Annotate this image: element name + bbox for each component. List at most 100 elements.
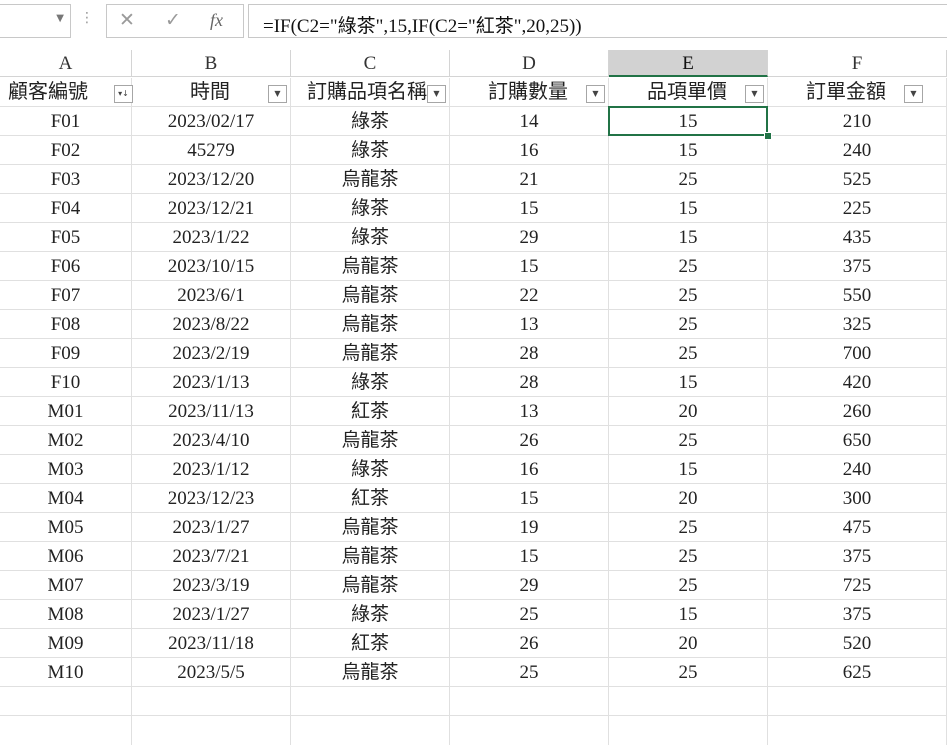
table-cell[interactable]: 綠茶 <box>291 136 450 165</box>
table-cell[interactable]: 2023/10/15 <box>132 252 291 281</box>
empty-cell[interactable] <box>450 716 609 745</box>
table-cell[interactable]: 520 <box>768 629 947 658</box>
table-cell[interactable]: 45279 <box>132 136 291 165</box>
table-cell[interactable]: 375 <box>768 252 947 281</box>
table-cell[interactable]: 烏龍茶 <box>291 339 450 368</box>
empty-cell[interactable] <box>291 687 450 716</box>
table-cell[interactable]: M06 <box>0 542 132 571</box>
table-cell[interactable]: 2023/1/27 <box>132 600 291 629</box>
table-cell[interactable]: 2023/8/22 <box>132 310 291 339</box>
table-cell[interactable]: 375 <box>768 600 947 629</box>
fill-handle[interactable] <box>764 132 772 140</box>
table-cell[interactable]: 26 <box>450 629 609 658</box>
filter-dropdown-icon[interactable]: ▼ <box>268 85 287 103</box>
name-box[interactable]: ▼ <box>0 4 71 38</box>
table-cell[interactable]: 13 <box>450 310 609 339</box>
table-cell[interactable]: 25 <box>609 426 768 455</box>
formula-input[interactable]: =IF(C2="綠茶",15,IF(C2="紅茶",20,25)) <box>248 4 947 38</box>
table-cell[interactable]: 16 <box>450 136 609 165</box>
filter-sort-icon[interactable]: ▾↓ <box>114 85 133 103</box>
table-cell[interactable]: 325 <box>768 310 947 339</box>
table-cell[interactable]: 15 <box>609 194 768 223</box>
filter-dropdown-icon[interactable]: ▼ <box>586 85 605 103</box>
table-cell[interactable]: F06 <box>0 252 132 281</box>
table-cell[interactable]: F10 <box>0 368 132 397</box>
table-cell[interactable]: 14 <box>450 107 609 136</box>
table-cell[interactable]: 烏龍茶 <box>291 252 450 281</box>
cancel-icon[interactable]: ✕ <box>119 9 135 31</box>
table-cell[interactable]: 15 <box>450 252 609 281</box>
table-cell[interactable]: M01 <box>0 397 132 426</box>
table-cell[interactable]: 210 <box>768 107 947 136</box>
table-cell[interactable]: 烏龍茶 <box>291 658 450 687</box>
empty-cell[interactable] <box>132 716 291 745</box>
table-cell[interactable]: F05 <box>0 223 132 252</box>
table-cell[interactable]: 435 <box>768 223 947 252</box>
table-cell[interactable]: 21 <box>450 165 609 194</box>
table-cell[interactable]: M05 <box>0 513 132 542</box>
table-cell[interactable]: 25 <box>609 281 768 310</box>
table-cell[interactable]: F08 <box>0 310 132 339</box>
table-cell[interactable]: 225 <box>768 194 947 223</box>
table-cell[interactable]: 375 <box>768 542 947 571</box>
table-cell[interactable]: 13 <box>450 397 609 426</box>
empty-cell[interactable] <box>609 716 768 745</box>
table-cell[interactable]: M09 <box>0 629 132 658</box>
table-cell[interactable]: 25 <box>609 165 768 194</box>
table-cell[interactable]: 20 <box>609 484 768 513</box>
table-cell[interactable]: 2023/12/20 <box>132 165 291 194</box>
table-cell[interactable]: 29 <box>450 571 609 600</box>
table-cell[interactable]: 15 <box>609 136 768 165</box>
table-cell[interactable]: M04 <box>0 484 132 513</box>
insert-function-icon[interactable]: fx <box>210 10 223 31</box>
empty-cell[interactable] <box>132 687 291 716</box>
table-cell[interactable]: 綠茶 <box>291 455 450 484</box>
table-cell[interactable]: 2023/7/21 <box>132 542 291 571</box>
table-cell[interactable]: 2023/5/5 <box>132 658 291 687</box>
table-cell[interactable]: 烏龍茶 <box>291 281 450 310</box>
table-cell[interactable]: 25 <box>609 339 768 368</box>
table-cell[interactable]: 260 <box>768 397 947 426</box>
table-cell[interactable]: 26 <box>450 426 609 455</box>
table-cell[interactable]: 420 <box>768 368 947 397</box>
table-cell[interactable]: 烏龍茶 <box>291 513 450 542</box>
table-cell[interactable]: 25 <box>609 310 768 339</box>
table-cell[interactable]: 20 <box>609 629 768 658</box>
table-cell[interactable]: 550 <box>768 281 947 310</box>
table-cell[interactable]: 15 <box>450 194 609 223</box>
header-cell[interactable]: 顧客編號 <box>0 78 132 107</box>
table-cell[interactable]: 2023/12/21 <box>132 194 291 223</box>
table-cell[interactable]: F04 <box>0 194 132 223</box>
table-cell[interactable]: M07 <box>0 571 132 600</box>
table-cell[interactable]: 25 <box>609 658 768 687</box>
table-cell[interactable]: 725 <box>768 571 947 600</box>
table-cell[interactable]: 19 <box>450 513 609 542</box>
table-cell[interactable]: 15 <box>609 368 768 397</box>
table-cell[interactable]: 29 <box>450 223 609 252</box>
table-cell[interactable]: 25 <box>450 600 609 629</box>
table-cell[interactable]: 紅茶 <box>291 484 450 513</box>
empty-cell[interactable] <box>768 687 947 716</box>
table-cell[interactable]: 2023/12/23 <box>132 484 291 513</box>
table-cell[interactable]: 15 <box>609 455 768 484</box>
table-cell[interactable]: 15 <box>609 223 768 252</box>
table-cell[interactable]: 紅茶 <box>291 629 450 658</box>
table-cell[interactable]: F09 <box>0 339 132 368</box>
table-cell[interactable]: 烏龍茶 <box>291 542 450 571</box>
table-cell[interactable]: 15 <box>450 542 609 571</box>
table-cell[interactable]: 綠茶 <box>291 194 450 223</box>
column-header-f[interactable]: F <box>768 50 947 77</box>
table-cell[interactable]: 15 <box>450 484 609 513</box>
table-cell[interactable]: 綠茶 <box>291 600 450 629</box>
table-cell[interactable]: 25 <box>609 571 768 600</box>
table-cell[interactable]: 烏龍茶 <box>291 571 450 600</box>
table-cell[interactable]: 240 <box>768 136 947 165</box>
table-cell[interactable]: 2023/1/13 <box>132 368 291 397</box>
table-cell[interactable]: M03 <box>0 455 132 484</box>
filter-dropdown-icon[interactable]: ▼ <box>745 85 764 103</box>
table-cell[interactable]: 綠茶 <box>291 223 450 252</box>
table-cell[interactable]: 紅茶 <box>291 397 450 426</box>
table-cell[interactable]: 25 <box>609 252 768 281</box>
table-cell[interactable]: 700 <box>768 339 947 368</box>
column-header-e[interactable]: E <box>609 50 768 77</box>
